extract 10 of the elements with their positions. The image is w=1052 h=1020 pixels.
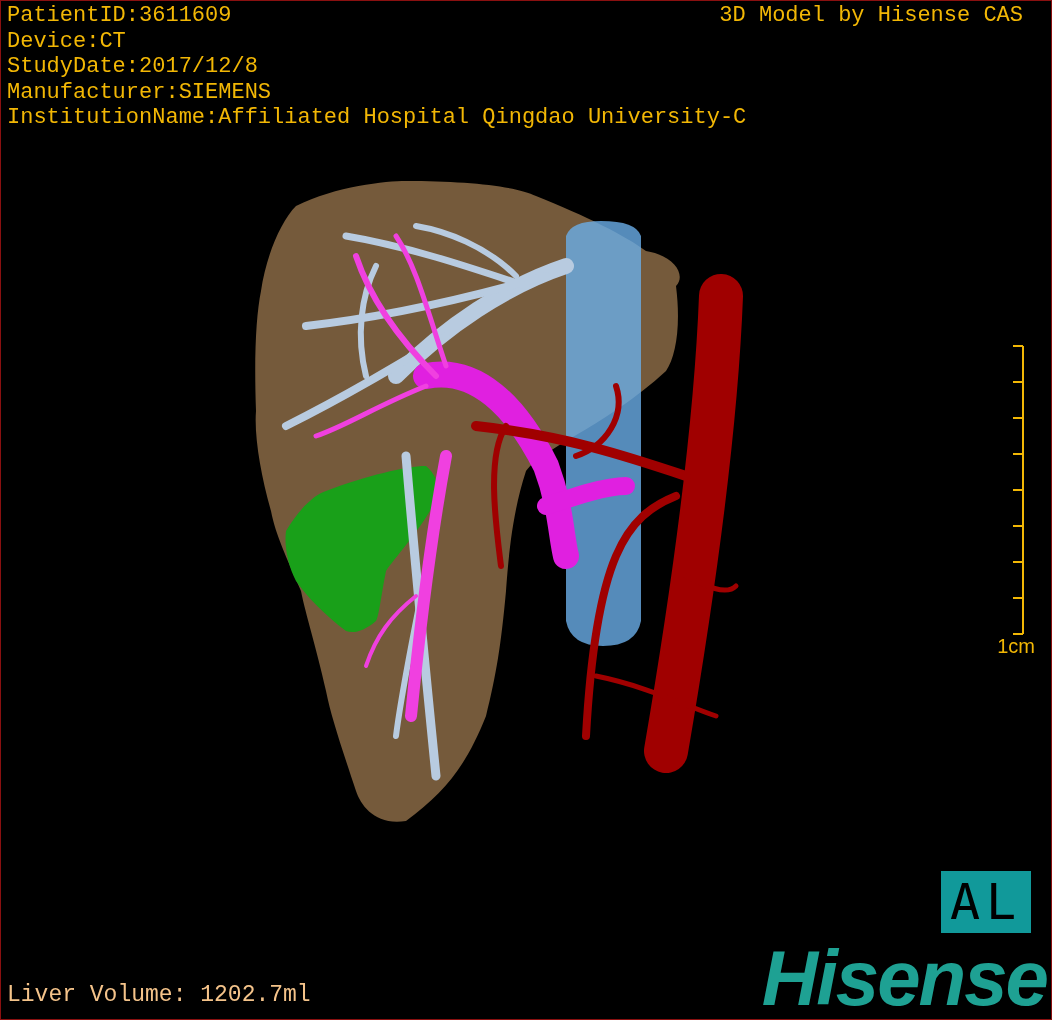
patient-info-text: InstitutionName:Affiliated Hospital Qingdao University-C bbox=[7, 105, 747, 131]
brand-logo: Hisense bbox=[761, 943, 1048, 1013]
patient-info-text: Device:CT bbox=[7, 28, 126, 54]
orientation-label: AL bbox=[941, 871, 1031, 933]
model-title: 3D Model by Hisense CAS bbox=[719, 3, 1023, 29]
scale-label: 1cm bbox=[997, 634, 1035, 657]
patient-info-text: StudyDate:2017/12/8 bbox=[7, 54, 258, 80]
patient-info-text: Manufacturer:SIEMENS bbox=[7, 79, 272, 105]
patient-info-text: PatientID:3611609 bbox=[7, 3, 232, 29]
liver-volume-text: Liver Volume: 1202.7ml bbox=[7, 981, 311, 1009]
